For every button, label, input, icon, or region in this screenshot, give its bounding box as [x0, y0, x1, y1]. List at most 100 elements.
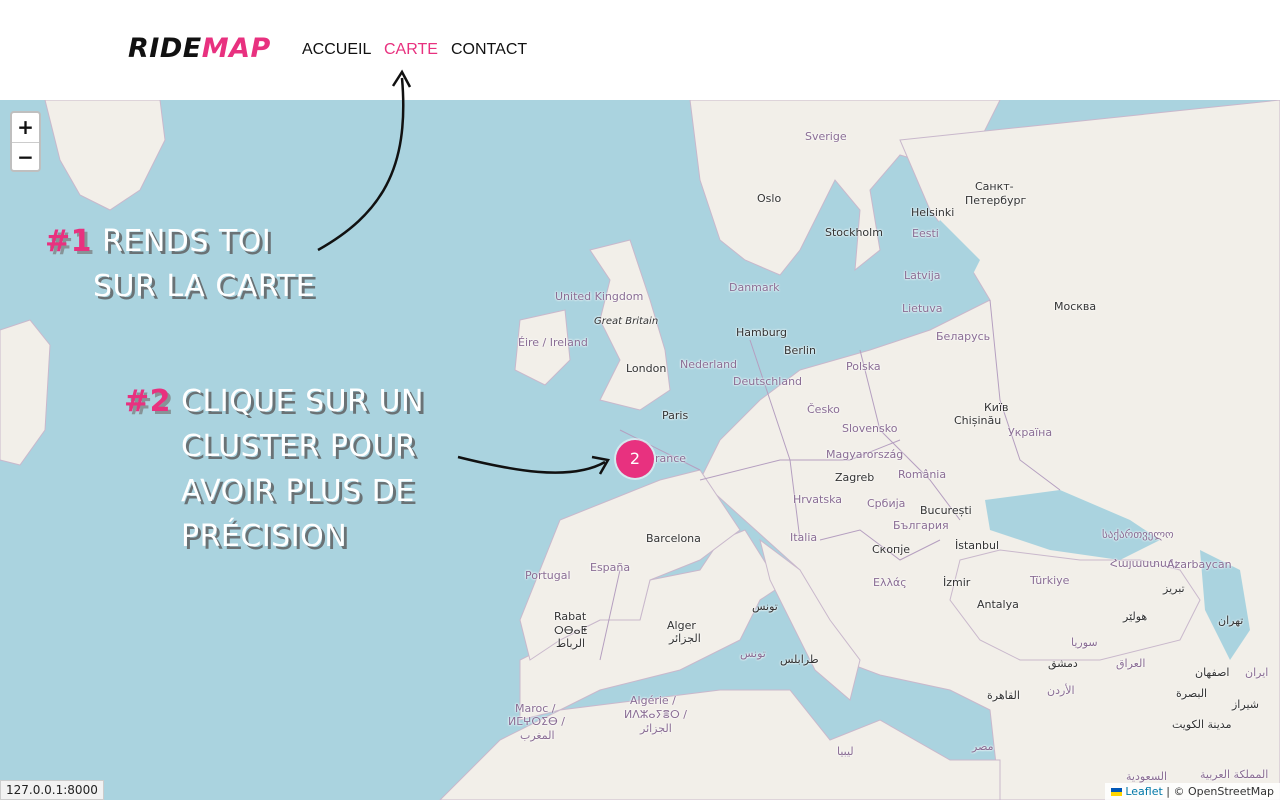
map-label: الجزائر [640, 722, 672, 735]
logo-part-ride: RIDE [128, 33, 202, 64]
map-label: Rabat [554, 610, 587, 623]
map-label: العراق [1116, 657, 1146, 670]
map-label: İstanbul [955, 539, 1000, 552]
map-label: Alger [667, 619, 696, 632]
map-label: Москва [1054, 300, 1097, 313]
map-label: Chișinău [954, 414, 1002, 427]
map-label: Україна [1008, 426, 1053, 439]
zoom-in-button[interactable]: + [12, 113, 39, 143]
map-label: دمشق [1048, 657, 1078, 670]
map-label: Danmark [729, 281, 780, 294]
map-label: الرباط [556, 637, 586, 650]
map-label: الأردن [1047, 684, 1075, 697]
leaflet-link[interactable]: Leaflet [1125, 785, 1162, 798]
map-label: Eesti [912, 227, 939, 240]
instruction-2-line-4: PRÉCISION [181, 519, 348, 554]
map-label: طرابلس [780, 653, 819, 666]
map-label: Latvija [904, 269, 941, 282]
map-label: rance [655, 452, 687, 465]
map-label: سوريا [1071, 636, 1098, 649]
map-label: الجزائر [669, 632, 701, 645]
map-label: المملكة العربية [1200, 768, 1269, 781]
map-label: Stockholm [825, 226, 883, 239]
instruction-2-line-3: AVOIR PLUS DE [181, 474, 415, 509]
map-label: Скопје [872, 543, 911, 556]
zoom-control: + − [10, 111, 41, 172]
map-label: България [893, 519, 949, 532]
instruction-2: #2 CLIQUE SUR UN CLUSTER POUR AVOIR PLUS… [124, 379, 424, 559]
site-header: RIDEMAP ACCUEIL CARTE CONTACT [0, 0, 1280, 100]
map-label: تونس [752, 600, 778, 613]
map-attribution: Leaflet | © OpenStreetMap [1104, 783, 1280, 800]
map-label: Portugal [525, 569, 571, 582]
map-label: Türkiye [1030, 574, 1070, 587]
instruction-2-line-2: CLUSTER POUR [181, 429, 417, 464]
status-bar-url: 127.0.0.1:8000 [0, 780, 104, 800]
map-label: United Kingdom [555, 290, 644, 303]
map-label: مصر [972, 740, 994, 753]
map-cluster-marker[interactable]: 2 [616, 440, 654, 478]
map-label: Italia [790, 531, 818, 544]
map-label: Algérie / [630, 694, 676, 707]
map-label: السعودية [1126, 770, 1168, 783]
map-label: ⵔⴱⴰⵟ [554, 624, 588, 637]
logo-part-map: MAP [201, 33, 271, 64]
map-label: Беларусь [936, 330, 991, 343]
instruction-1: #1 RENDS TOI SUR LA CARTE [45, 219, 315, 309]
map-label: البصرة [1176, 687, 1208, 700]
map-label: Hamburg [736, 326, 787, 339]
map-label: شيراز [1232, 698, 1259, 711]
map-label: Maroc / [515, 702, 556, 715]
map-label: تهران [1218, 614, 1244, 627]
instruction-1-line-1: RENDS TOI [102, 224, 272, 259]
map-label: ⵍⵎⵖⵔⵉⴱ / [508, 715, 566, 728]
map-label: România [898, 468, 947, 481]
map-label: İzmir [943, 576, 971, 589]
logo[interactable]: RIDEMAP [128, 33, 271, 64]
map-label: Zagreb [835, 471, 875, 484]
map-label: تبريز [1163, 582, 1185, 595]
map-label: España [590, 561, 631, 574]
map-label: Barcelona [646, 532, 701, 545]
map-label: مدينة الكويت [1172, 718, 1232, 731]
map-label: Helsinki [911, 206, 955, 219]
map-label: Slovensko [842, 422, 898, 435]
map-label: საქართველო [1102, 528, 1174, 541]
nav-accueil[interactable]: ACCUEIL [302, 41, 371, 59]
map-label: Nederland [680, 358, 738, 371]
map-label: Oslo [757, 192, 782, 205]
map-label: Hrvatska [793, 493, 843, 506]
map-label: Lietuva [902, 302, 943, 315]
map-label: ليبيا [837, 745, 854, 758]
instruction-2-line-1: CLIQUE SUR UN [181, 384, 424, 419]
map-label: London [626, 362, 667, 375]
map-label: Deutschland [733, 375, 803, 388]
map-label: Éire / Ireland [518, 336, 588, 349]
map-label: اصفهان [1195, 666, 1230, 679]
map-label: تونس [740, 647, 766, 660]
map-label: Azarbaycan [1167, 558, 1232, 571]
ukraine-flag-icon [1110, 788, 1122, 796]
nav-carte[interactable]: CARTE [384, 41, 438, 59]
map-label: Sverige [805, 130, 847, 143]
map-label: Magyarország [826, 448, 904, 461]
map-label: Berlin [784, 344, 816, 357]
map-label: Србија [867, 497, 906, 510]
map-label: Antalya [977, 598, 1019, 611]
map-label: ⵍⴷⵣⴰⵢⴻⵔ / [624, 708, 687, 721]
map-label: ایران [1245, 666, 1269, 679]
map-label: Polska [846, 360, 881, 373]
nav-contact[interactable]: CONTACT [451, 41, 527, 59]
map-label: București [920, 504, 972, 517]
map-label: Ελλάς [873, 576, 907, 589]
map-label: Петербург [965, 194, 1027, 207]
instruction-1-line-2: SUR LA CARTE [93, 269, 316, 304]
map-label: Санкт- [975, 180, 1014, 193]
zoom-out-button[interactable]: − [12, 143, 39, 172]
map-label: Paris [662, 409, 689, 422]
map-label: Київ [984, 401, 1009, 414]
map-label: Great Britain [594, 316, 659, 327]
map-label: هولێر [1123, 610, 1148, 623]
osm-attribution: | © OpenStreetMap [1166, 785, 1274, 798]
map-label: Česko [807, 403, 840, 416]
